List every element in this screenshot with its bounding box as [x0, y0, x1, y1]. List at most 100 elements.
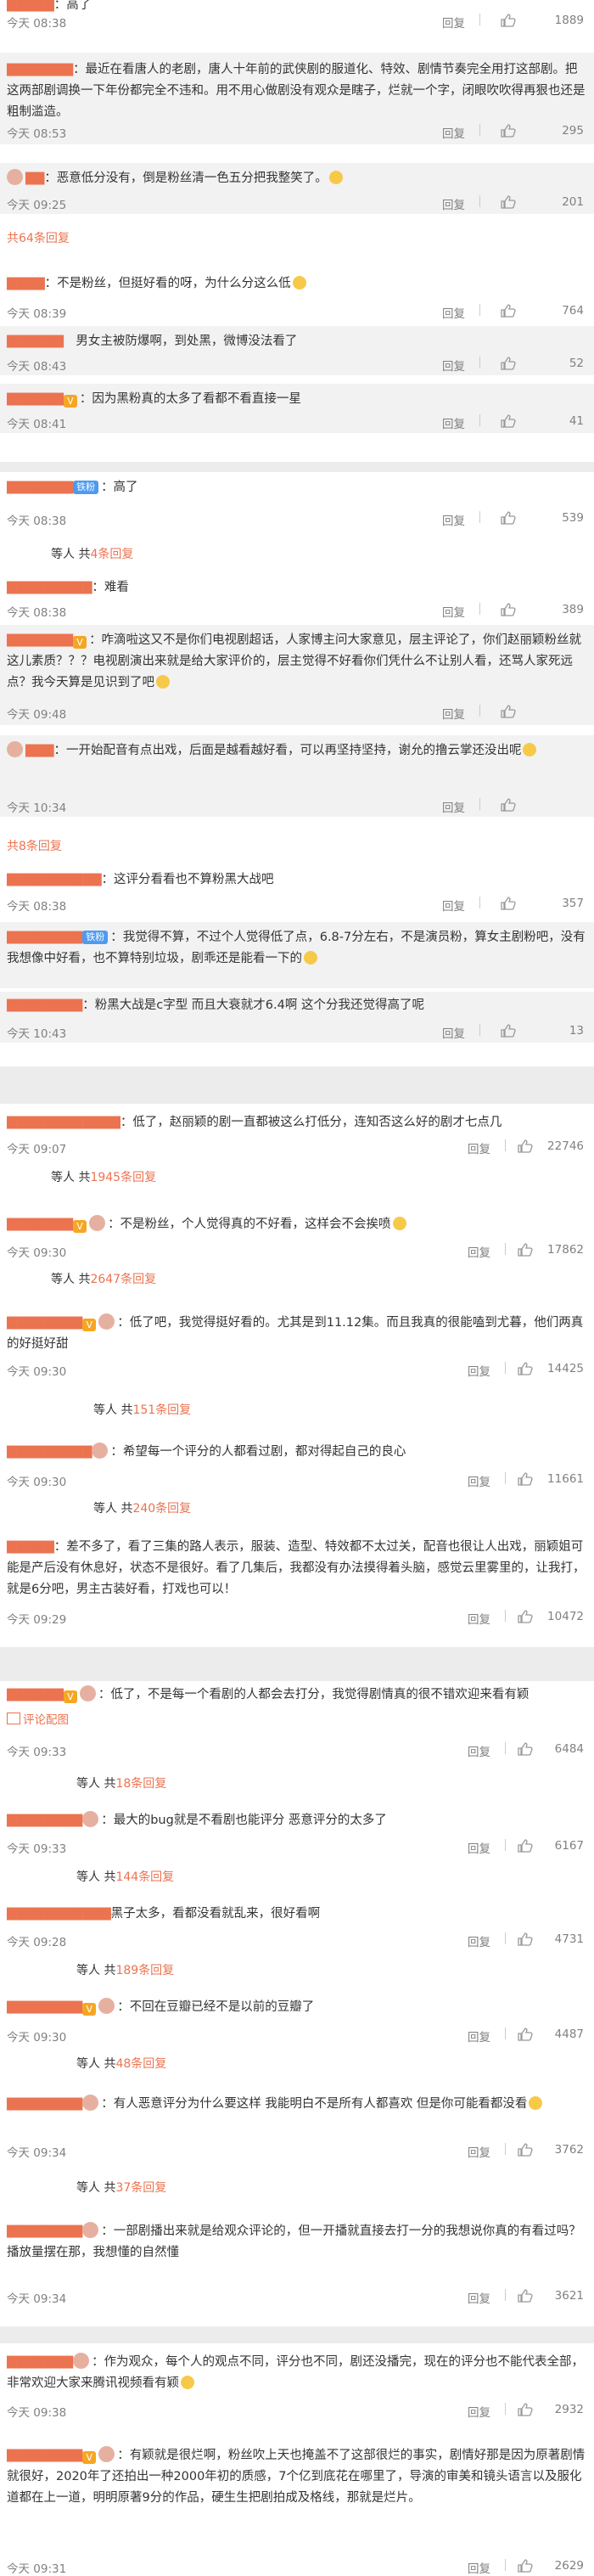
- username[interactable]: ▇▇▇▇▇▇▇▇: [7, 998, 82, 1012]
- username[interactable]: ▇▇▇▇▇▇▇: [7, 481, 73, 494]
- reply-button[interactable]: 回复: [442, 798, 465, 815]
- avatar[interactable]: [98, 1313, 115, 1330]
- username[interactable]: ▇▇▇▇▇▇▇▇: [7, 1814, 82, 1827]
- reply-button[interactable]: 回复: [468, 2403, 490, 2420]
- username[interactable]: ▇▇▇▇▇▇▇: [7, 2355, 73, 2369]
- avatar[interactable]: [89, 1215, 106, 1231]
- thumbs-up-icon[interactable]: [501, 798, 516, 812]
- like-count: 1889: [554, 14, 584, 27]
- username[interactable]: ▇▇▇▇▇▇▇▇▇: [7, 1445, 92, 1459]
- reply-button[interactable]: 回复: [468, 2143, 490, 2160]
- like-count: 6167: [554, 1839, 584, 1853]
- reply-button[interactable]: 回复: [442, 511, 465, 528]
- username[interactable]: ▇▇▇▇▇▇: [7, 335, 76, 348]
- reply-button[interactable]: 回复: [468, 1610, 490, 1627]
- avatar[interactable]: [82, 2095, 99, 2111]
- emoji-icon: [156, 675, 170, 689]
- reply-button[interactable]: 回复: [468, 2559, 490, 2576]
- avatar[interactable]: [98, 2446, 115, 2462]
- avatar[interactable]: [7, 741, 23, 757]
- comment-image-link[interactable]: 评论配图: [7, 1710, 69, 1727]
- more-replies-link[interactable]: 共64条回复: [7, 229, 70, 246]
- comment-text: ：低了，赵丽颖的剧一直都被这么打低分，连知否这么好的剧才七点几: [120, 1116, 502, 1129]
- avatar[interactable]: [73, 2353, 90, 2369]
- username[interactable]: ▇▇▇▇▇▇▇▇: [7, 931, 82, 944]
- username[interactable]: ▇▇▇▇: [7, 277, 45, 290]
- username[interactable]: ▇▇▇▇▇▇▇: [7, 633, 73, 647]
- avatar[interactable]: [92, 1443, 109, 1459]
- more-replies-link[interactable]: 共8条回复: [7, 837, 62, 854]
- username[interactable]: ▇▇▇▇▇▇▇: [7, 63, 73, 76]
- comment-text: ：这评分看看也不算粉黑大战吧: [101, 873, 274, 886]
- username[interactable]: ▇▇▇▇▇▇▇: [7, 1218, 73, 1231]
- reply-button[interactable]: 回复: [468, 1243, 490, 1260]
- divider: [505, 2559, 506, 2571]
- divider: [505, 1243, 506, 1255]
- more-replies-link[interactable]: 等人 共1945条回复: [51, 1168, 156, 1185]
- reply-button[interactable]: 回复: [468, 2289, 490, 2306]
- username[interactable]: ▇▇▇▇▇▇▇▇▇: [7, 581, 92, 594]
- reply-button[interactable]: 回复: [468, 1839, 490, 1856]
- more-replies-link[interactable]: 等人 共144条回复: [76, 1868, 174, 1885]
- comment-text: ：希望每一个评分的人都看过剧，都对得起自己的良心: [110, 1445, 406, 1459]
- divider: [479, 304, 480, 316]
- more-replies-link[interactable]: 等人 共4条回复: [51, 545, 133, 562]
- more-replies-link[interactable]: 等人 共37条回复: [76, 2179, 166, 2196]
- emoji-icon: [292, 276, 306, 290]
- comment-item: ▇▇▇▇▇▇▇▇ ：一部剧播出来就是给观众评论的，但一开播就直接去打一分的我想说你…: [0, 2221, 594, 2306]
- avatar[interactable]: [82, 2222, 99, 2238]
- reply-button[interactable]: 回复: [468, 1472, 490, 1489]
- like-count: 389: [562, 603, 584, 616]
- username[interactable]: ▇▇▇▇▇: [7, 0, 54, 12]
- username[interactable]: ▇▇▇▇▇▇▇▇: [7, 2097, 82, 2111]
- username[interactable]: ▇▇: [25, 172, 44, 185]
- weibo-comment-feed: { "ui": {"reply": "回复", "more_prefix": "…: [0, 0, 594, 2576]
- reply-button[interactable]: 回复: [468, 1362, 490, 1379]
- reply-button[interactable]: 回复: [468, 1139, 490, 1156]
- verified-badge-icon: V: [82, 2451, 97, 2464]
- reply-button[interactable]: 回复: [442, 14, 465, 31]
- comment-item: ▇▇▇▇▇▇▇▇ ：有人恶意评分为什么要这样 我能明白不是所有人都喜欢 但是你可能…: [0, 2094, 594, 2160]
- reply-button[interactable]: 回复: [468, 2028, 490, 2044]
- username[interactable]: ▇▇▇▇▇▇▇▇: [7, 1316, 82, 1330]
- reply-button[interactable]: 回复: [442, 414, 465, 431]
- username[interactable]: ▇▇▇▇▇▇▇▇▇▇▇: [7, 1907, 111, 1921]
- reply-button[interactable]: 回复: [442, 603, 465, 620]
- like-count: 41: [569, 414, 584, 428]
- avatar[interactable]: [98, 1998, 115, 2014]
- username[interactable]: ▇▇▇: [25, 744, 53, 757]
- timestamp: 今天 09:31: [7, 2562, 67, 2576]
- username[interactable]: ▇▇▇▇▇▇▇▇: [7, 2449, 82, 2462]
- username[interactable]: ▇▇▇▇▇: [7, 1540, 54, 1554]
- comment-text: ：最近在看唐人的老剧，唐人十年前的武侠剧的服道化、特效、剧情节奏完全用打这部剧。…: [7, 63, 586, 119]
- timestamp: 今天 09:33: [7, 1746, 67, 1759]
- username[interactable]: ▇▇▇▇▇▇: [7, 392, 64, 406]
- reply-button[interactable]: 回复: [442, 124, 465, 141]
- more-replies-link[interactable]: 等人 共189条回复: [76, 1961, 174, 1978]
- more-replies-link[interactable]: 等人 共2647条回复: [51, 1270, 156, 1287]
- reply-button[interactable]: 回复: [442, 897, 465, 914]
- like-count: 357: [562, 897, 584, 910]
- username[interactable]: ▇▇▇▇▇▇▇▇: [7, 2000, 82, 2014]
- username[interactable]: ▇▇▇▇▇▇: [7, 1688, 64, 1701]
- more-replies-link[interactable]: 等人 共18条回复: [76, 1775, 166, 1791]
- reply-button[interactable]: 回复: [442, 195, 465, 212]
- reply-button[interactable]: 回复: [468, 1932, 490, 1949]
- avatar[interactable]: [82, 1811, 99, 1827]
- more-replies-link[interactable]: 等人 共48条回复: [76, 2055, 166, 2072]
- more-replies-link[interactable]: 等人 共240条回复: [93, 1499, 191, 1516]
- reply-button[interactable]: 回复: [468, 1742, 490, 1759]
- avatar[interactable]: [7, 169, 23, 185]
- divider: [505, 2289, 506, 2301]
- username[interactable]: ▇▇▇▇▇▇▇▇▇▇▇▇: [7, 1116, 120, 1129]
- username[interactable]: ▇▇▇▇▇▇▇▇: [7, 2224, 82, 2238]
- verified-badge-icon: V: [63, 1690, 77, 1703]
- username[interactable]: ▇▇▇▇▇▇▇▇▇▇: [7, 873, 102, 886]
- reply-button[interactable]: 回复: [442, 304, 465, 321]
- more-replies-link[interactable]: 等人 共151条回复: [93, 1401, 191, 1418]
- reply-button[interactable]: 回复: [442, 1024, 465, 1041]
- reply-button[interactable]: 回复: [442, 705, 465, 722]
- reply-button[interactable]: 回复: [442, 357, 465, 374]
- avatar[interactable]: [79, 1685, 96, 1701]
- thumbs-up-icon[interactable]: [501, 705, 516, 718]
